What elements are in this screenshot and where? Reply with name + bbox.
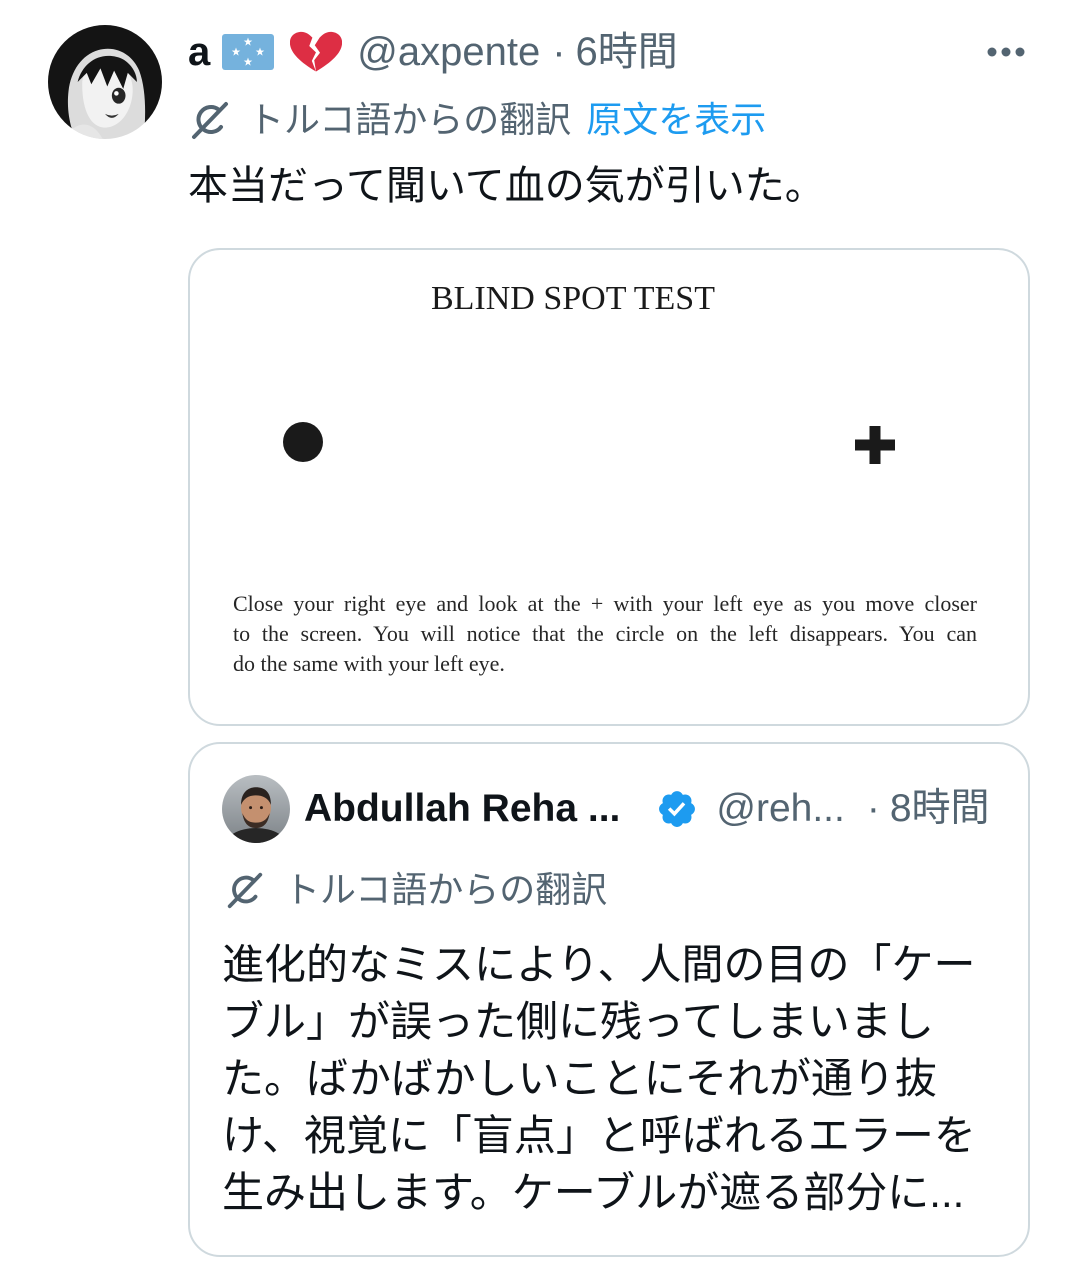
translation-row: トルコ語からの翻訳 原文を表示 xyxy=(188,98,766,142)
blind-spot-dot xyxy=(283,422,323,462)
quoted-text-line: 進化的なミスにより、人間の目の「ケー xyxy=(222,941,976,988)
quoted-tweet-header: Abdullah Reha ... @reh... · 8時間 xyxy=(304,786,1016,832)
translate-icon xyxy=(192,102,228,139)
quoted-text-line: ブル」が誤った側に残ってしまいまし xyxy=(222,998,934,1045)
verified-badge-icon xyxy=(659,791,696,827)
quoted-handle: @reh... xyxy=(716,787,845,830)
tweet-header: a @axpente · 6時間 xyxy=(188,27,968,77)
media-caption: Close your right eye and look at the + w… xyxy=(233,589,977,679)
broken-heart-icon xyxy=(290,31,343,72)
quoted-timestamp: 8時間 xyxy=(889,787,990,830)
quoted-display-name: Abdullah Reha ... xyxy=(304,787,621,830)
tweet-text: 本当だって聞いて血の気が引いた。 xyxy=(188,164,825,208)
timestamp-separator: · xyxy=(552,30,566,74)
quoted-text-line: け、視覚に「盲点」と呼ばれるエラーを xyxy=(222,1112,976,1159)
show-original-link[interactable]: 原文を表示 xyxy=(586,98,766,142)
quoted-translation-row: トルコ語からの翻訳 xyxy=(224,868,607,912)
flag-micronesia-icon xyxy=(222,34,275,70)
caption-line: do the same with your left eye. xyxy=(233,651,505,676)
tweet: a @axpente · 6時間 トルコ語からの翻訳 原文を表示 本当だって聞い… xyxy=(0,0,1080,1265)
author-avatar[interactable] xyxy=(48,25,162,139)
timestamp-separator: · xyxy=(866,787,880,830)
quoted-text-line: た。ばかばかしいことにそれが通り抜 xyxy=(222,1055,937,1102)
author-display-name[interactable]: a xyxy=(188,27,210,77)
translate-icon xyxy=(227,872,263,909)
more-options-button[interactable] xyxy=(984,40,1028,64)
caption-line: to the screen. You will notice that the … xyxy=(233,621,977,646)
man-avatar-image xyxy=(222,775,290,843)
anime-girl-avatar-image xyxy=(48,25,162,139)
more-icon xyxy=(987,47,1025,57)
quoted-translation-label: トルコ語からの翻訳 xyxy=(284,869,608,910)
quoted-tweet-text: 進化的なミスにより、人間の目の「ケー ブル」が誤った側に残ってしまいまし た。ば… xyxy=(222,936,1012,1221)
quoted-tweet-card[interactable]: Abdullah Reha ... @reh... · 8時間 トルコ語からの翻… xyxy=(188,742,1030,1257)
media-title: BLIND SPOT TEST xyxy=(430,280,715,317)
tweet-timestamp[interactable]: 6時間 xyxy=(576,27,678,77)
author-handle[interactable]: @axpente xyxy=(357,27,540,77)
quoted-text-line: 生み出します。ケーブルが遮る部分に... xyxy=(222,1169,965,1216)
translation-label: トルコ語からの翻訳 xyxy=(248,99,572,140)
media-image[interactable]: BLIND SPOT TEST Close your right eye and… xyxy=(188,248,1030,726)
quoted-author-avatar xyxy=(222,775,290,843)
blind-spot-plus xyxy=(855,426,895,464)
caption-line: Close your right eye and look at the + w… xyxy=(233,591,977,616)
